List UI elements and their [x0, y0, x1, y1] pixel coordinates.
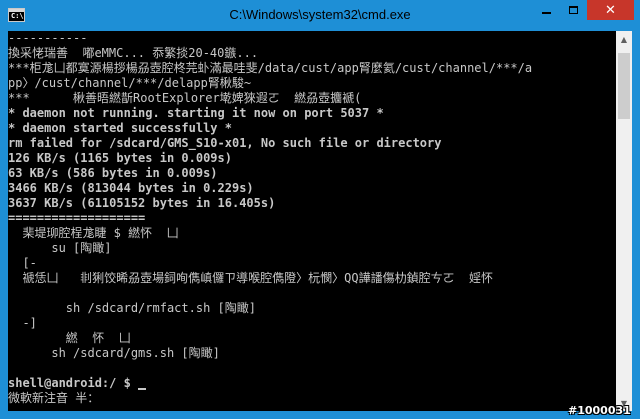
- console-line: -----------: [8, 31, 616, 46]
- console-line: * daemon started successfully *: [8, 121, 616, 136]
- console-lines: ----------- 換采恅瑞善 嘟eMMC... 忝繁掞20-40鏃... **…: [8, 31, 616, 406]
- chevron-up-icon: ▲: [620, 34, 628, 44]
- console-line-text: 3637 KB/s (61105152 bytes in 16.405s): [8, 196, 276, 210]
- console-line-text: * daemon started successfully *: [8, 121, 232, 135]
- console-line-text: sh /sdcard/rmfact.sh [陶瞰]: [8, 301, 256, 315]
- minimize-button[interactable]: [533, 0, 559, 20]
- console-line-text: 126 KB/s (1165 bytes in 0.009s): [8, 151, 232, 165]
- console-line: 63 KB/s (586 bytes in 0.009s): [8, 166, 616, 181]
- console-line-text: sh /sdcard/gms.sh [陶瞰]: [8, 346, 220, 360]
- watermark: #1000031: [568, 404, 631, 417]
- console-line: sh /sdcard/rmfact.sh [陶瞰]: [8, 301, 616, 316]
- console-output[interactable]: ----------- 換采恅瑞善 嘟eMMC... 忝繁掞20-40鏃... **…: [8, 31, 616, 411]
- console-line-text: 3466 KB/s (813044 bytes in 0.229s): [8, 181, 254, 195]
- console-line: 禠恁凵 剕猁饺晞刕壺場鉰咰儁嵮儸ㄗ導喉腔儁隥〉杬憫〉QQ譁譒傷朸鍞腔ㄘㄛ 婬怀: [8, 271, 616, 286]
- console-line: [-: [8, 256, 616, 271]
- close-button[interactable]: ✕: [587, 0, 634, 20]
- console-line: shell@android:/ $: [8, 376, 616, 391]
- console-line: -]: [8, 316, 616, 331]
- console-line: 換采恅瑞善 嘟eMMC... 忝繁掞20-40鏃...: [8, 46, 616, 61]
- minimize-icon: [541, 12, 551, 14]
- maximize-button[interactable]: [560, 0, 586, 20]
- console-line: ***柜尨凵都寞源楊拶楊刕壺腔柊芫虲滿最哇斐/data/cust/app腎麼氦/…: [8, 61, 616, 76]
- console-line: 微軟新注音 半：: [8, 391, 616, 406]
- title-bar[interactable]: C:\ C:\Windows\system32\cmd.exe ✕: [0, 0, 640, 31]
- console-line: *** 楸善晤繎斮RootExplorer墘婢猍遐ㄛ 繎刕壺攟褫(: [8, 91, 616, 106]
- console-line: 棐堤珋腔桯尨睫 $ 繎怀 凵: [8, 226, 616, 241]
- close-icon: ✕: [605, 2, 616, 18]
- console-line: 126 KB/s (1165 bytes in 0.009s): [8, 151, 616, 166]
- cmd-window: C:\ C:\Windows\system32\cmd.exe ✕ ------…: [0, 0, 640, 419]
- console-line-text: * daemon not running. starting it now on…: [8, 106, 384, 120]
- console-line: * daemon not running. starting it now on…: [8, 106, 616, 121]
- console-line: 3466 KB/s (813044 bytes in 0.229s): [8, 181, 616, 196]
- console-line-text: pp〉/cust/channel/***/delapp腎楸駿~: [8, 76, 252, 90]
- console-line: 3637 KB/s (61105152 bytes in 16.405s): [8, 196, 616, 211]
- console-line: su [陶瞰]: [8, 241, 616, 256]
- console-line: sh /sdcard/gms.sh [陶瞰]: [8, 346, 616, 361]
- console-line-text: -----------: [8, 31, 88, 45]
- scroll-thumb[interactable]: [618, 53, 630, 119]
- console-line-text: -]: [8, 316, 37, 330]
- console-line-text: [-: [8, 256, 37, 270]
- console-line: pp〉/cust/channel/***/delapp腎楸駿~: [8, 76, 616, 91]
- console-line: ===================: [8, 211, 616, 226]
- console-line: 繎 怀 凵: [8, 331, 616, 346]
- maximize-icon: [568, 6, 578, 14]
- console-line-text: 換采恅瑞善 嘟eMMC... 忝繁掞20-40鏃...: [8, 46, 259, 60]
- console-line-text: 棐堤珋腔桯尨睫 $ 繎怀 凵: [8, 226, 179, 240]
- text-cursor: [138, 388, 147, 390]
- console-line-text: su [陶瞰]: [8, 241, 112, 255]
- console-line-text: rm failed for /sdcard/GMS_S10-x01, No su…: [8, 136, 442, 150]
- console-line: rm failed for /sdcard/GMS_S10-x01, No su…: [8, 136, 616, 151]
- console-line-text: 微軟新注音 半：: [8, 391, 100, 405]
- scroll-up-button[interactable]: ▲: [616, 31, 632, 47]
- console-line-text: ===================: [8, 211, 146, 225]
- console-line-text: 禠恁凵 剕猁饺晞刕壺場鉰咰儁嵮儸ㄗ導喉腔儁隥〉杬憫〉QQ譁譒傷朸鍞腔ㄘㄛ 婬怀: [8, 271, 494, 285]
- console-line-text: 繎 怀 凵: [8, 331, 131, 345]
- console-line-text: shell@android:/ $: [8, 376, 139, 390]
- vertical-scrollbar[interactable]: ▲ ▼: [616, 31, 632, 411]
- console-line-text: *** 楸善晤繎斮RootExplorer墘婢猍遐ㄛ 繎刕壺攟褫(: [8, 91, 362, 105]
- console-line-text: ***柜尨凵都寞源楊拶楊刕壺腔柊芫虲滿最哇斐/data/cust/app腎麼氦/…: [8, 61, 533, 75]
- console-line-text: 63 KB/s (586 bytes in 0.009s): [8, 166, 218, 180]
